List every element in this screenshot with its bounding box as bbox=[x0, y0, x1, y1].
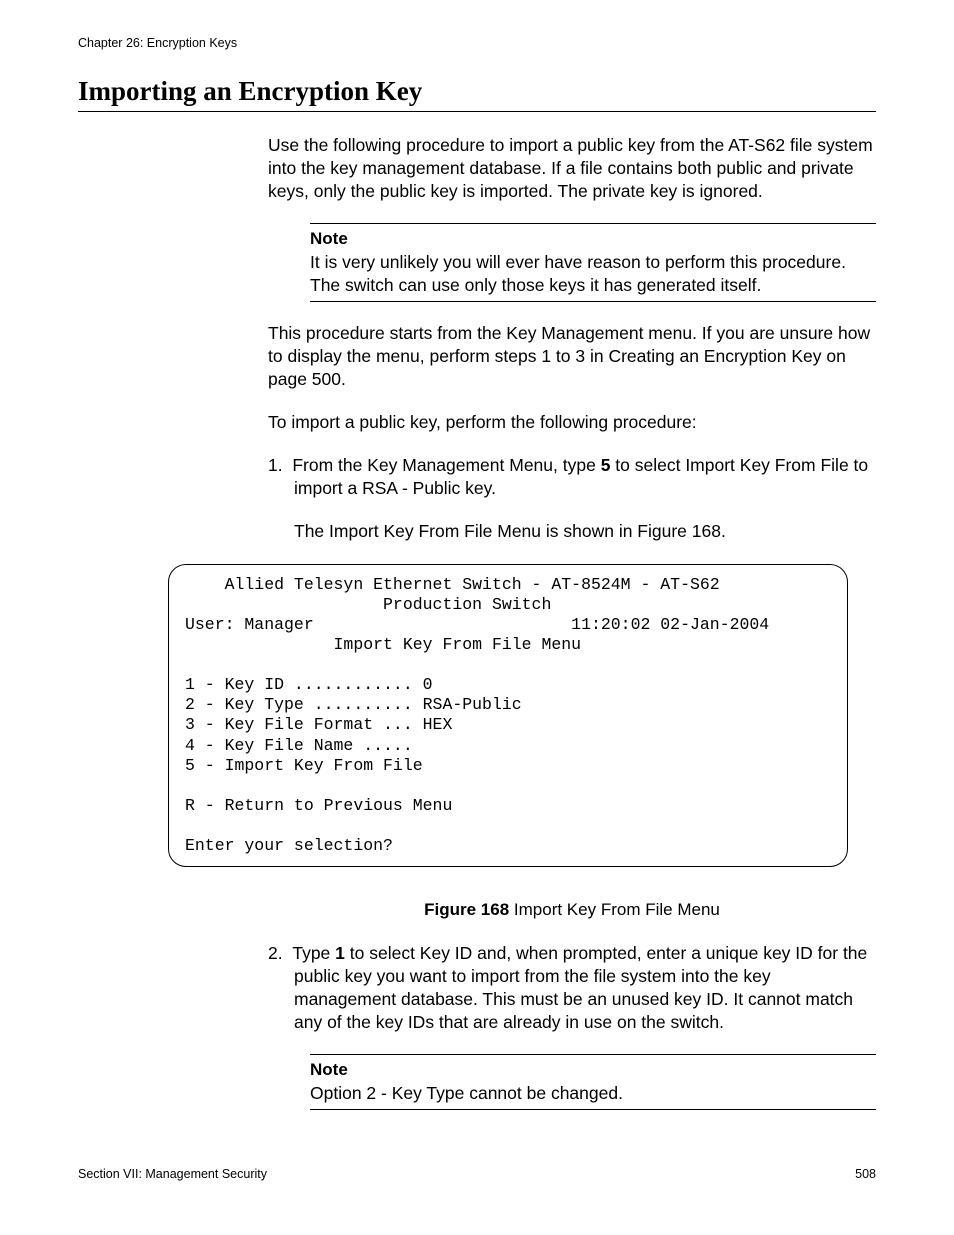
note-rule-top-2 bbox=[310, 1054, 876, 1055]
body-content: Use the following procedure to import a … bbox=[268, 134, 876, 544]
paragraph-2: This procedure starts from the Key Manag… bbox=[268, 322, 876, 391]
term-line: 4 - Key File Name ..... bbox=[185, 736, 413, 755]
step-1: 1. From the Key Management Menu, type 5 … bbox=[268, 454, 876, 543]
step1-cont: The Import Key From File Menu is shown i… bbox=[294, 520, 876, 543]
note-rule-top bbox=[310, 223, 876, 224]
body-content-2: Figure 168 Import Key From File Menu 2. … bbox=[268, 899, 876, 1109]
note-label-2: Note bbox=[310, 1059, 876, 1081]
note-text-2: Option 2 - Key Type cannot be changed. bbox=[310, 1082, 876, 1105]
note-label: Note bbox=[310, 228, 876, 250]
section-title: Importing an Encryption Key bbox=[78, 76, 876, 107]
note-block-1: Note It is very unlikely you will ever h… bbox=[310, 223, 876, 302]
term-line: Allied Telesyn Ethernet Switch - AT-8524… bbox=[185, 575, 720, 594]
title-rule bbox=[78, 111, 876, 112]
note-text: It is very unlikely you will ever have r… bbox=[310, 251, 876, 297]
figure-number: Figure 168 bbox=[424, 900, 509, 919]
step-number: 2. bbox=[268, 943, 283, 963]
figure-caption: Figure 168 Import Key From File Menu bbox=[268, 899, 876, 921]
step1-pre: From the Key Management Menu, type bbox=[292, 455, 600, 475]
step2-bold: 1 bbox=[335, 943, 345, 963]
term-line: Import Key From File Menu bbox=[185, 635, 581, 654]
chapter-header: Chapter 26: Encryption Keys bbox=[78, 36, 876, 50]
term-line: 5 - Import Key From File bbox=[185, 756, 423, 775]
page-footer: Section VII: Management Security 508 bbox=[78, 1167, 876, 1181]
steps-list-2: 2. Type 1 to select Key ID and, when pro… bbox=[268, 942, 876, 1034]
step2-post: to select Key ID and, when prompted, ent… bbox=[294, 943, 867, 1032]
step1-bold: 5 bbox=[601, 455, 611, 475]
steps-list: 1. From the Key Management Menu, type 5 … bbox=[268, 454, 876, 543]
terminal-figure: Allied Telesyn Ethernet Switch - AT-8524… bbox=[168, 564, 848, 868]
term-line: Production Switch bbox=[185, 595, 551, 614]
term-line: 2 - Key Type .......... RSA-Public bbox=[185, 695, 522, 714]
section-label: Section VII: Management Security bbox=[78, 1167, 267, 1181]
term-line: R - Return to Previous Menu bbox=[185, 796, 452, 815]
step2-pre: Type bbox=[292, 943, 335, 963]
step-2: 2. Type 1 to select Key ID and, when pro… bbox=[268, 942, 876, 1034]
figure-title: Import Key From File Menu bbox=[509, 900, 720, 919]
term-line: 1 - Key ID ............ 0 bbox=[185, 675, 433, 694]
term-line: User: Manager 11:20:02 02-Jan-2004 bbox=[185, 615, 769, 634]
step-number: 1. bbox=[268, 455, 283, 475]
term-line: 3 - Key File Format ... HEX bbox=[185, 715, 452, 734]
term-line: Enter your selection? bbox=[185, 836, 393, 855]
page-number: 508 bbox=[855, 1167, 876, 1181]
note-block-2: Note Option 2 - Key Type cannot be chang… bbox=[310, 1054, 876, 1110]
terminal-screen: Allied Telesyn Ethernet Switch - AT-8524… bbox=[168, 564, 848, 868]
note-rule-bottom bbox=[310, 301, 876, 302]
paragraph-3: To import a public key, perform the foll… bbox=[268, 411, 876, 434]
document-page: Chapter 26: Encryption Keys Importing an… bbox=[0, 0, 954, 1235]
intro-paragraph: Use the following procedure to import a … bbox=[268, 134, 876, 203]
note-rule-bottom-2 bbox=[310, 1109, 876, 1110]
